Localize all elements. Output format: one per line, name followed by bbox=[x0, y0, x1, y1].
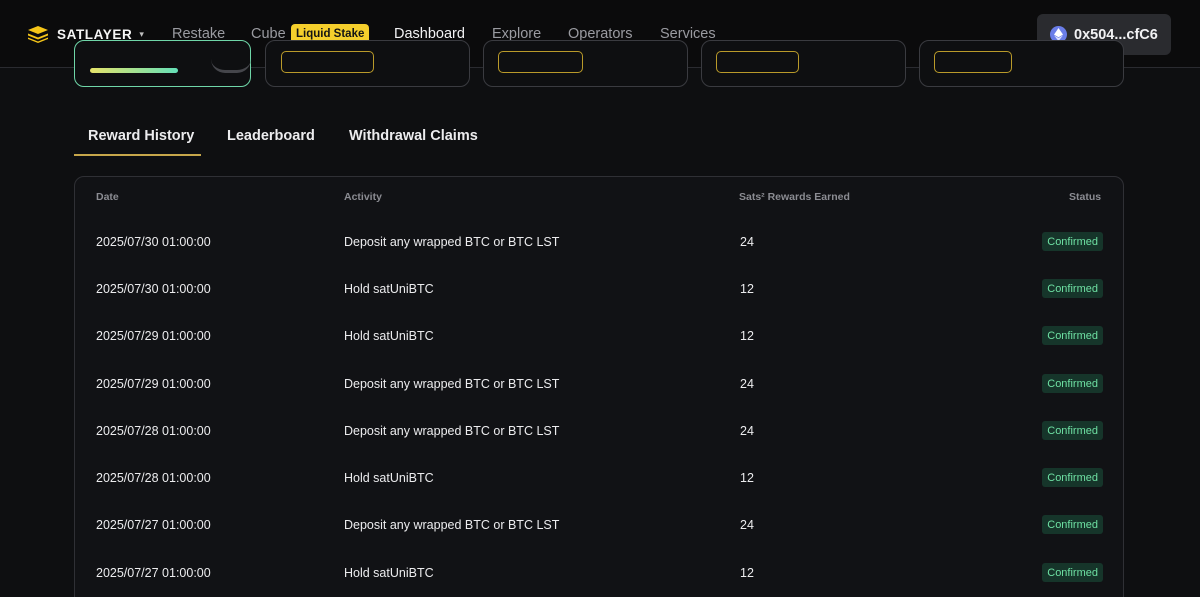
row-rewards: 24 bbox=[740, 517, 754, 532]
progress-accent bbox=[90, 68, 178, 73]
card-tag bbox=[281, 51, 374, 73]
row-rewards: 12 bbox=[740, 470, 754, 485]
row-activity: Deposit any wrapped BTC or BTC LST bbox=[344, 376, 560, 391]
tab-withdrawal-claims[interactable]: Withdrawal Claims bbox=[349, 128, 478, 144]
status-badge: Confirmed bbox=[1042, 515, 1103, 534]
row-date: 2025/07/27 01:00:00 bbox=[96, 517, 211, 532]
card-tag bbox=[934, 51, 1012, 73]
tab-reward-history[interactable]: Reward History bbox=[88, 128, 194, 144]
column-header-rewards: Sats² Rewards Earned bbox=[739, 191, 850, 203]
status-badge: Confirmed bbox=[1042, 232, 1103, 251]
table-row: 2025/07/28 01:00:00 Deposit any wrapped … bbox=[74, 407, 1124, 454]
tab-leaderboard[interactable]: Leaderboard bbox=[227, 128, 315, 144]
row-activity: Deposit any wrapped BTC or BTC LST bbox=[344, 517, 560, 532]
status-badge: Confirmed bbox=[1042, 326, 1103, 345]
row-date: 2025/07/29 01:00:00 bbox=[96, 376, 211, 391]
row-activity: Deposit any wrapped BTC or BTC LST bbox=[344, 423, 560, 438]
row-date: 2025/07/28 01:00:00 bbox=[96, 423, 211, 438]
status-badge: Confirmed bbox=[1042, 468, 1103, 487]
summary-card bbox=[701, 40, 906, 87]
table-row: 2025/07/30 01:00:00 Deposit any wrapped … bbox=[74, 218, 1124, 265]
row-rewards: 24 bbox=[740, 376, 754, 391]
row-date: 2025/07/30 01:00:00 bbox=[96, 281, 211, 296]
table-row: 2025/07/28 01:00:00 Hold satUniBTC 12 Co… bbox=[74, 454, 1124, 501]
row-activity: Hold satUniBTC bbox=[344, 328, 434, 343]
row-date: 2025/07/28 01:00:00 bbox=[96, 470, 211, 485]
card-tag bbox=[716, 51, 799, 73]
row-activity: Deposit any wrapped BTC or BTC LST bbox=[344, 234, 560, 249]
column-header-status: Status bbox=[1069, 191, 1102, 203]
summary-card bbox=[265, 40, 470, 87]
row-date: 2025/07/30 01:00:00 bbox=[96, 234, 211, 249]
row-date: 2025/07/29 01:00:00 bbox=[96, 328, 211, 343]
card-tag bbox=[498, 51, 583, 73]
status-badge: Confirmed bbox=[1042, 374, 1103, 393]
row-activity: Hold satUniBTC bbox=[344, 565, 434, 580]
chevron-down-icon: ▾ bbox=[139, 28, 144, 39]
row-rewards: 24 bbox=[740, 234, 754, 249]
column-header-date: Date bbox=[96, 191, 119, 203]
summary-card bbox=[919, 40, 1124, 87]
active-tab-indicator bbox=[74, 154, 201, 156]
table-row: 2025/07/29 01:00:00 Deposit any wrapped … bbox=[74, 360, 1124, 407]
row-rewards: 12 bbox=[740, 565, 754, 580]
row-date: 2025/07/27 01:00:00 bbox=[96, 565, 211, 580]
status-badge: Confirmed bbox=[1042, 563, 1103, 582]
row-activity: Hold satUniBTC bbox=[344, 470, 434, 485]
row-rewards: 24 bbox=[740, 423, 754, 438]
row-rewards: 12 bbox=[740, 281, 754, 296]
summary-card bbox=[483, 40, 688, 87]
table-row: 2025/07/30 01:00:00 Hold satUniBTC 12 Co… bbox=[74, 265, 1124, 312]
table-row: 2025/07/29 01:00:00 Hold satUniBTC 12 Co… bbox=[74, 312, 1124, 359]
summary-card bbox=[74, 40, 251, 87]
status-badge: Confirmed bbox=[1042, 279, 1103, 298]
satlayer-logo-icon bbox=[27, 25, 49, 43]
table-row: 2025/07/27 01:00:00 Deposit any wrapped … bbox=[74, 501, 1124, 548]
decorative-ring bbox=[211, 59, 251, 73]
row-rewards: 12 bbox=[740, 328, 754, 343]
column-header-activity: Activity bbox=[344, 191, 382, 203]
status-badge: Confirmed bbox=[1042, 421, 1103, 440]
row-activity: Hold satUniBTC bbox=[344, 281, 434, 296]
table-row: 2025/07/27 01:00:00 Hold satUniBTC 12 Co… bbox=[74, 549, 1124, 596]
